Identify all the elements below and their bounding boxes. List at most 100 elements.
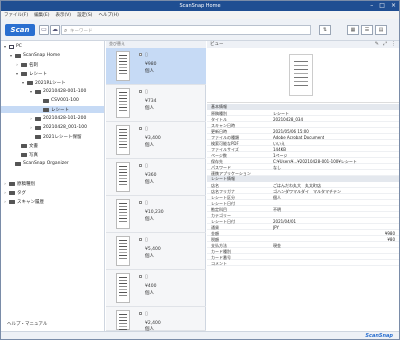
tree-item-2021rl[interactable]: ▾ 2021RLシート	[21, 79, 66, 86]
tree-item-20210428-101-200[interactable]: › 20210428-101-200	[29, 115, 86, 122]
document-preview[interactable]	[207, 48, 399, 103]
maximize-icon[interactable]: □	[379, 2, 385, 9]
folder-icon	[35, 125, 41, 130]
tree-label: レシート	[51, 107, 69, 113]
tree-label: スキャン履歴	[17, 199, 44, 205]
detail-pane: ビュー ✎ ⤢ ⋮ 基本情報 原稿種別 レシート タイトル 20210428_034 ス…	[207, 41, 399, 331]
scan-button[interactable]: Scan	[5, 24, 35, 36]
tree-item-pc[interactable]: ▾ PC	[3, 43, 22, 50]
tree-item-meishi[interactable]: › 名刺	[15, 61, 38, 68]
item-checkbox[interactable]	[139, 53, 142, 56]
menu-settings[interactable]: 設定(S)	[77, 12, 92, 18]
document-icon: ▯	[145, 274, 148, 280]
expand-icon[interactable]: ▾	[3, 44, 7, 49]
tree-label: 20210428-001-100	[43, 89, 87, 94]
tree-item-scansnap-home[interactable]: ▾ ScanSnap Home	[9, 52, 60, 59]
folder-icon	[21, 62, 27, 67]
help-manual-link[interactable]: ヘルプ・マニュアル	[7, 321, 47, 327]
detail-view-icon[interactable]: ▤	[375, 25, 387, 35]
item-amount: ¥10,230	[145, 210, 164, 215]
document-icon: ▯	[145, 126, 148, 132]
edit-icon[interactable]: ✎	[375, 41, 379, 47]
close-icon[interactable]: ×	[391, 2, 396, 9]
tree-item-2021-hold[interactable]: 2021レシート保留	[29, 133, 81, 140]
list-item[interactable]: ▯ ¥734 個人	[106, 85, 206, 122]
folder-icon	[43, 98, 49, 103]
list-item[interactable]: ▯ ¥360 個人	[106, 159, 206, 196]
tree-label: 20210428-101-200	[43, 116, 87, 121]
expand-icon[interactable]: ▾	[21, 80, 25, 85]
receipt-thumbnail	[116, 310, 130, 330]
status-bar: ScanSnap	[1, 331, 399, 339]
doc-type-icon	[9, 181, 15, 186]
item-checkbox[interactable]	[139, 90, 142, 93]
sort-icon[interactable]: ⇅	[319, 25, 331, 35]
menu-view[interactable]: 表示(V)	[55, 12, 71, 18]
property-key: コメント	[211, 261, 227, 266]
tree-item-documents[interactable]: 文書	[15, 142, 38, 149]
folder-icon	[27, 80, 33, 85]
item-checkbox[interactable]	[139, 127, 142, 130]
receipt-thumbnail	[116, 199, 130, 229]
expand-icon[interactable]: ›	[3, 181, 7, 186]
tree-item-scan-history[interactable]: › スキャン履歴	[3, 198, 44, 205]
folder-tree: ▾ PC ▾ ScanSnap Home › 名刺 ▾ レシート ▾ 2021RLシート …	[1, 41, 105, 331]
item-checkbox[interactable]	[139, 312, 142, 315]
list-item[interactable]: ▯ ¥3,400 個人	[106, 122, 206, 159]
receipt-thumbnail	[116, 88, 130, 118]
list-item[interactable]: ▯ ¥400 個人	[106, 270, 206, 307]
tree-item-doc-type[interactable]: › 原稿種別	[3, 180, 35, 187]
tree-item-organizer[interactable]: ScanSnap Organizer	[9, 160, 69, 167]
expand-icon[interactable]: ›	[29, 116, 33, 121]
tree-item-csv001-100[interactable]: CSV001-100	[37, 97, 79, 104]
search-input[interactable]: ⌕ キーワード	[61, 25, 311, 35]
tree-item-photos[interactable]: 写真	[15, 151, 38, 158]
property-row[interactable]: コメント	[207, 260, 399, 266]
receipt-thumbnail	[116, 162, 130, 192]
tree-item-receipt[interactable]: ▾ レシート	[15, 70, 47, 77]
tree-label: 写真	[29, 152, 38, 158]
sort-header[interactable]: 並び替え	[106, 41, 206, 48]
expand-icon[interactable]: ›	[3, 190, 7, 195]
item-checkbox[interactable]	[139, 164, 142, 167]
item-amount: ¥360	[145, 173, 157, 178]
menu-edit[interactable]: 編集(E)	[34, 12, 49, 18]
expand-icon[interactable]: ›	[15, 62, 19, 67]
expand-icon[interactable]: ▾	[15, 71, 19, 76]
item-category: 個人	[145, 254, 154, 259]
document-icon: ▯	[145, 200, 148, 206]
cloud-icon[interactable]: ☁	[50, 25, 60, 35]
item-checkbox[interactable]	[139, 275, 142, 278]
history-icon	[9, 199, 15, 204]
expand-icon[interactable]: ▾	[29, 89, 33, 94]
import-icon[interactable]: ▭	[39, 25, 49, 35]
tree-label: レシート	[29, 71, 47, 77]
list-view-icon[interactable]: ☰	[361, 25, 373, 35]
tree-label: ScanSnap Organizer	[23, 161, 69, 166]
tree-item-20210428-001-100[interactable]: ▾ 20210428-001-100	[29, 88, 86, 95]
item-checkbox[interactable]	[139, 238, 142, 241]
tree-label: 原稿種別	[17, 181, 35, 187]
expand-icon[interactable]: ›	[3, 199, 7, 204]
list-item[interactable]: ▯ ¥2,400 個人	[106, 307, 206, 332]
menu-help[interactable]: ヘルプ(H)	[98, 12, 118, 18]
more-icon[interactable]: ⋮	[391, 41, 396, 47]
expand-icon[interactable]: ⤢	[383, 41, 387, 47]
folder-icon	[35, 116, 41, 121]
item-checkbox[interactable]	[139, 201, 142, 204]
folder-icon	[35, 134, 41, 139]
list-item[interactable]: ▯ ¥5,400 個人	[106, 233, 206, 270]
minimize-icon[interactable]: –	[370, 2, 373, 9]
grid-view-icon[interactable]: ▦	[347, 25, 359, 35]
tree-item-20210428_001-100[interactable]: › 20210428_001-100	[29, 124, 87, 131]
tree-item-tag[interactable]: › タグ	[3, 189, 26, 196]
list-item[interactable]: ▯ ¥980 個人	[106, 48, 206, 85]
expand-icon[interactable]: ▾	[9, 53, 13, 58]
expand-icon[interactable]: ›	[29, 125, 33, 130]
tree-item-receipt-selected[interactable]: レシート	[1, 106, 104, 113]
list-item[interactable]: ▯ ¥10,230 個人	[106, 196, 206, 233]
menu-file[interactable]: ファイル(F)	[4, 12, 28, 18]
app-window: ScanSnap Home – □ × ファイル(F) 編集(E) 表示(V) …	[0, 0, 400, 340]
item-amount: ¥400	[145, 284, 157, 289]
preview-header: ビュー ✎ ⤢ ⋮	[207, 41, 399, 48]
